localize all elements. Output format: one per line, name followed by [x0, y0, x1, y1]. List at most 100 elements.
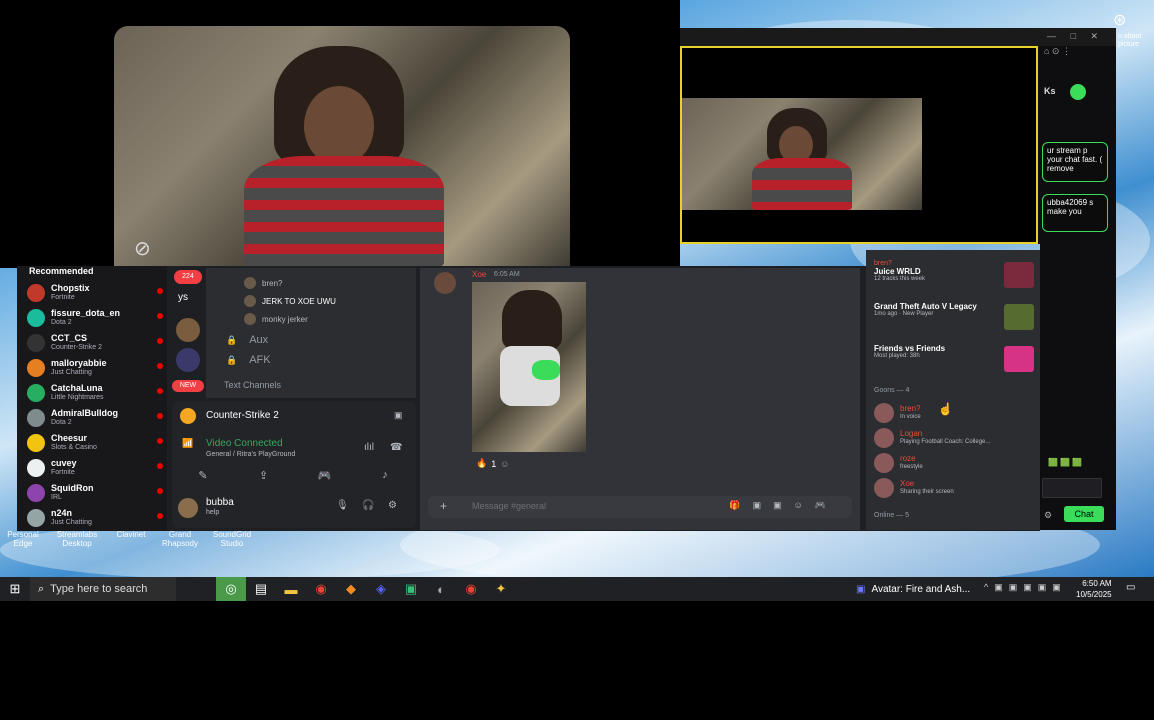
member-list: bren? Juice WRLD 12 tracks this week Grand …	[866, 250, 1040, 530]
channel-item[interactable]: malloryabbie Just Chatting	[27, 355, 165, 380]
streamlabs-icon[interactable]: ▣	[396, 577, 426, 601]
desktop-icon[interactable]: Streamlabs Desktop	[46, 530, 108, 558]
mute-icon: ⊘	[134, 238, 151, 260]
voice-user[interactable]: JERK TO XOE UWU	[244, 292, 414, 310]
screenshare-icon[interactable]: ⇪	[255, 466, 273, 484]
app-icon[interactable]: ✦	[486, 577, 516, 601]
task-view-icon[interactable]: ▤	[246, 577, 276, 601]
channel-item[interactable]: Chopstix Fortnite	[27, 280, 165, 305]
chrome-icon[interactable]: ◉	[456, 577, 486, 601]
taskbar-search[interactable]: ⌕ Type here to search	[30, 577, 176, 601]
avatar[interactable]	[178, 498, 198, 518]
chat-button[interactable]: Chat	[1064, 506, 1104, 522]
close-icon[interactable]: ✕	[1090, 31, 1098, 42]
tray-icons[interactable]: ^▣▣▣▣▣	[984, 582, 1067, 593]
mouse-cursor: ☝	[938, 402, 953, 416]
voice-user[interactable]: bren?	[244, 274, 414, 292]
channel-name: Chopstix	[51, 282, 90, 293]
channel-aux[interactable]: 🔒 Aux	[226, 334, 268, 346]
channel-game: Slots & Casino	[51, 443, 97, 451]
channel-afk[interactable]: 🔒 AFK	[226, 354, 271, 366]
channel-item[interactable]: Cheesur Slots & Casino	[27, 430, 165, 455]
file-explorer-icon[interactable]: ▬	[276, 577, 306, 601]
input-tool-icons[interactable]: 🎁▣▣☺🎮	[729, 500, 838, 511]
user-name: bubba	[206, 497, 234, 508]
channel-item[interactable]: CCT_CS Counter-Strike 2	[27, 330, 165, 355]
member-item[interactable]: Logan Playing Football Coach: College...	[874, 425, 1036, 450]
recommended-sidebar: Recommended Chopstix Fortnite fissure_dota…	[17, 266, 167, 531]
member-item[interactable]: Xoe Sharing their screen	[874, 475, 1036, 500]
chat-input[interactable]	[1042, 478, 1102, 498]
activity-card[interactable]: Grand Theft Auto V Legacy 1mo ago · New P…	[874, 302, 1036, 344]
minimize-icon[interactable]: —	[1047, 31, 1056, 41]
activity-art	[1004, 304, 1034, 330]
channel-item[interactable]: AdmiralBulldog Dota 2	[27, 405, 165, 430]
voice-controls: ✎ ⇪ 🎮 ♪	[194, 466, 394, 484]
desktop-icon[interactable]: SoundGrid Studio	[206, 530, 258, 558]
message-image[interactable]	[472, 282, 586, 452]
activity-card[interactable]: bren? Juice WRLD 12 tracks this week	[874, 260, 1036, 302]
emote-icons[interactable]: 🟩 🟩 🟩	[1048, 458, 1082, 467]
avatar	[27, 333, 45, 352]
add-reaction-icon[interactable]: ☺	[500, 459, 509, 469]
clock[interactable]: 6:50 AM 10/5/2025	[1076, 578, 1112, 600]
message-input[interactable]: + Message #general 🎁▣▣☺🎮	[428, 496, 852, 518]
activity-icon[interactable]: 🎮	[315, 466, 333, 484]
gear-icon[interactable]: ⚙	[1044, 510, 1052, 521]
channel-item[interactable]: SquidRon IRL	[27, 480, 165, 505]
steam-icon[interactable]: ◐	[426, 577, 456, 601]
noise-icon[interactable]: ılıl	[364, 442, 374, 453]
maximize-icon[interactable]: □	[1071, 31, 1076, 41]
soundboard-icon[interactable]: ♪	[376, 466, 394, 484]
desktop-icon[interactable]: Personal Edge	[0, 530, 46, 558]
gear-icon[interactable]: ⚙	[388, 500, 397, 511]
now-playing[interactable]: ▣ Avatar: Fire and Ash...	[856, 577, 970, 601]
desktop-icon[interactable]: Grand Rhapsody	[154, 530, 206, 558]
message-author[interactable]: Xoe	[472, 270, 486, 279]
voice-user[interactable]: monky jerker	[244, 310, 414, 328]
camera-off-icon[interactable]: ✎	[194, 466, 212, 484]
webcam-main: ⊘	[114, 26, 570, 268]
server-icon[interactable]	[176, 348, 200, 372]
app-icon[interactable]: ◆	[336, 577, 366, 601]
channel-item[interactable]: cuvey Fortnite	[27, 455, 165, 480]
reaction[interactable]: 🔥 1 ☺	[476, 458, 509, 469]
server-icon[interactable]	[176, 318, 200, 342]
chrome-icon[interactable]: ◉	[306, 577, 336, 601]
channel-name: malloryabbie	[51, 357, 107, 368]
voice-channel[interactable]: General / Ritra's PlayGround	[206, 451, 295, 458]
disconnect-icon[interactable]: ☎	[390, 442, 402, 453]
member-item[interactable]: bren? In voice	[874, 400, 1036, 425]
stream-chat-panel: ⌂ ⊙ ⋮ Ks ur stream p your chat fast. ( r…	[1040, 46, 1116, 530]
screen-icon[interactable]: ▣	[394, 410, 403, 421]
avatar[interactable]	[1070, 84, 1086, 100]
activity-card[interactable]: Friends vs Friends Most played: 38h	[874, 344, 1036, 386]
desktop-icon[interactable]: Clavinet	[108, 530, 154, 558]
live-dot	[157, 413, 163, 419]
channel-item[interactable]: CatchaLuna Little Nightmares	[27, 380, 165, 405]
avatar	[244, 295, 256, 307]
activity-game: Counter-Strike 2	[206, 410, 279, 421]
member-item[interactable]: roze freestyle	[874, 450, 1036, 475]
channel-name: CatchaLuna	[51, 382, 103, 393]
channel-name: CCT_CS	[51, 332, 88, 343]
notification-icon[interactable]: ▭	[1126, 582, 1135, 593]
cortana-icon[interactable]: ◎	[216, 577, 246, 601]
member-status: freestyle	[900, 463, 923, 470]
message-time: 6:05 AM	[494, 271, 520, 278]
windows-start-icon[interactable]: ⊞	[0, 577, 30, 601]
text-channels-header[interactable]: Text Channels	[224, 380, 281, 390]
headset-icon[interactable]: 🎧	[362, 500, 374, 511]
online-header: Online — 5	[874, 512, 910, 519]
server-label[interactable]: ys	[178, 292, 188, 303]
channel-game: Little Nightmares	[51, 393, 104, 401]
channel-item[interactable]: fissure_dota_en Dota 2	[27, 305, 165, 330]
avatar	[27, 408, 45, 427]
members-header: Goons — 4	[874, 387, 910, 394]
add-attachment-icon[interactable]: +	[440, 499, 447, 513]
channel-item[interactable]: n24n Just Chatting	[27, 505, 165, 530]
channel-game: IRL	[51, 493, 62, 501]
discord-icon[interactable]: ◈	[366, 577, 396, 601]
live-dot	[157, 288, 163, 294]
mic-icon[interactable]: 🎙	[336, 500, 349, 511]
